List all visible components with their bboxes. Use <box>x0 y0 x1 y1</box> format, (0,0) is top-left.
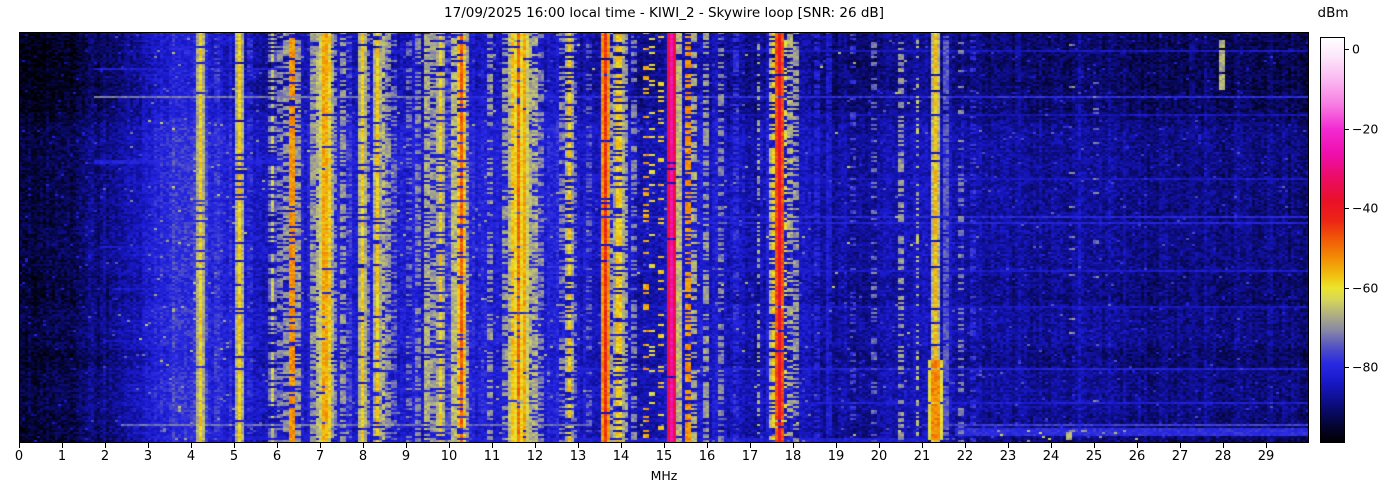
colorbar-tick-mark <box>1345 129 1349 130</box>
x-tick-label: 7 <box>316 449 324 464</box>
colorbar-tick-mark <box>1345 288 1349 289</box>
colorbar-tick-label: −80 <box>1352 360 1378 375</box>
x-tick-mark <box>836 443 837 448</box>
x-tick-label: 21 <box>914 449 931 464</box>
x-axis-label: MHz <box>19 468 1309 483</box>
x-tick-label: 16 <box>699 449 716 464</box>
x-tick-mark <box>1051 443 1052 448</box>
x-tick-label: 19 <box>828 449 845 464</box>
x-tick-label: 4 <box>187 449 195 464</box>
spectrogram-figure: 17/09/2025 16:00 local time - KIWI_2 - S… <box>0 0 1400 500</box>
colorbar-tick-mark <box>1345 367 1349 368</box>
colorbar-tick-mark <box>1345 49 1349 50</box>
x-tick-mark <box>406 443 407 448</box>
x-tick-mark <box>191 443 192 448</box>
x-tick-label: 15 <box>656 449 673 464</box>
x-tick-mark <box>621 443 622 448</box>
x-tick-mark <box>1137 443 1138 448</box>
x-tick-mark <box>234 443 235 448</box>
x-tick-mark <box>277 443 278 448</box>
x-tick-label: 20 <box>871 449 888 464</box>
x-tick-mark <box>879 443 880 448</box>
x-tick-label: 12 <box>527 449 544 464</box>
x-tick-label: 22 <box>957 449 974 464</box>
x-tick-mark <box>320 443 321 448</box>
x-tick-label: 26 <box>1129 449 1146 464</box>
x-tick-mark <box>1094 443 1095 448</box>
x-tick-mark <box>535 443 536 448</box>
x-tick-mark <box>105 443 106 448</box>
x-tick-mark <box>363 443 364 448</box>
x-tick-mark <box>19 443 20 448</box>
x-tick-mark <box>148 443 149 448</box>
x-tick-mark <box>578 443 579 448</box>
x-tick-mark <box>664 443 665 448</box>
x-tick-label: 9 <box>402 449 410 464</box>
x-tick-label: 2 <box>101 449 109 464</box>
x-tick-label: 0 <box>15 449 23 464</box>
spectrogram-heatmap <box>19 32 1309 443</box>
x-tick-label: 11 <box>484 449 501 464</box>
x-tick-mark <box>965 443 966 448</box>
x-tick-label: 5 <box>230 449 238 464</box>
x-tick-label: 28 <box>1215 449 1232 464</box>
x-tick-label: 3 <box>144 449 152 464</box>
colorbar <box>1320 37 1345 443</box>
x-tick-mark <box>922 443 923 448</box>
x-tick-label: 13 <box>570 449 587 464</box>
x-tick-label: 25 <box>1086 449 1103 464</box>
x-tick-label: 23 <box>1000 449 1017 464</box>
x-tick-mark <box>793 443 794 448</box>
colorbar-title: dBm <box>1303 5 1363 21</box>
x-tick-label: 14 <box>613 449 630 464</box>
colorbar-tick-label: −20 <box>1352 121 1378 136</box>
colorbar-tick-mark <box>1345 208 1349 209</box>
colorbar-tick-label: 0 <box>1352 41 1360 56</box>
x-tick-label: 27 <box>1172 449 1189 464</box>
colorbar-tick-label: −60 <box>1352 280 1378 295</box>
x-tick-mark <box>62 443 63 448</box>
x-tick-mark <box>707 443 708 448</box>
x-tick-mark <box>492 443 493 448</box>
x-tick-label: 17 <box>742 449 759 464</box>
x-tick-mark <box>1008 443 1009 448</box>
x-tick-label: 8 <box>359 449 367 464</box>
x-tick-mark <box>1180 443 1181 448</box>
x-tick-mark <box>1266 443 1267 448</box>
colorbar-tick-label: −40 <box>1352 201 1378 216</box>
x-tick-label: 24 <box>1043 449 1060 464</box>
x-tick-label: 18 <box>785 449 802 464</box>
x-tick-label: 6 <box>273 449 281 464</box>
x-tick-label: 10 <box>441 449 458 464</box>
x-tick-mark <box>750 443 751 448</box>
x-tick-label: 1 <box>58 449 66 464</box>
x-tick-mark <box>449 443 450 448</box>
chart-title: 17/09/2025 16:00 local time - KIWI_2 - S… <box>19 5 1309 21</box>
x-tick-mark <box>1223 443 1224 448</box>
x-tick-label: 29 <box>1258 449 1275 464</box>
